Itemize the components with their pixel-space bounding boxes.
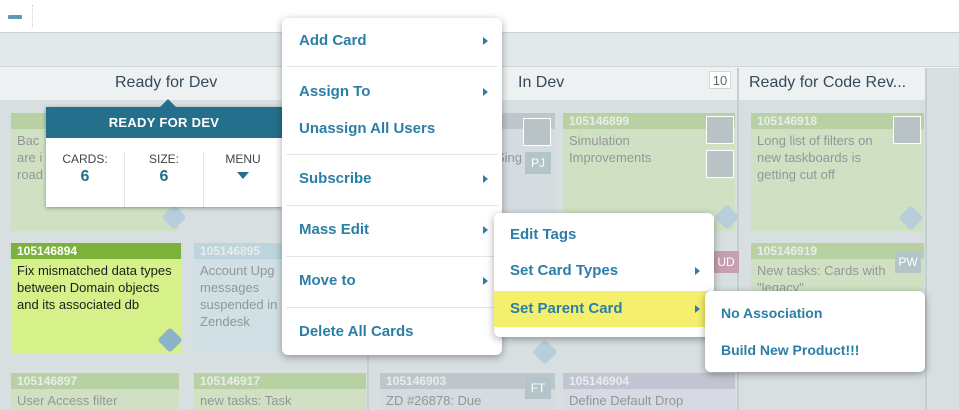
menu-item-add-card[interactable]: Add Card	[282, 26, 502, 56]
menu-item-label: Mass Edit	[299, 221, 370, 238]
menu-item-label: Delete All Cards	[299, 323, 414, 340]
lane-header-ready-for-code-review[interactable]: Ready for Code Rev...	[739, 68, 927, 100]
avatar	[706, 150, 734, 178]
menu-item-delete-all-cards[interactable]: Delete All Cards	[282, 317, 502, 347]
lane-card-stat: CARDS: 6	[46, 152, 125, 207]
user-initials: FT	[525, 377, 551, 399]
lane-info-title: READY FOR DEV	[46, 107, 282, 138]
menu-item-label: Move to	[299, 272, 356, 289]
chevron-down-icon	[237, 172, 249, 179]
parent-card-submenu: No Association Build New Product!!!	[705, 291, 925, 372]
card[interactable]: 105146917 new tasks: Task	[194, 373, 366, 410]
card-id: 105146904	[563, 373, 735, 389]
menu-item-no-association[interactable]: No Association	[705, 299, 925, 327]
menu-item-label: Build New Product!!!	[721, 342, 860, 358]
menu-item-label: No Association	[721, 305, 823, 321]
tooltip-arrow	[160, 99, 176, 107]
menu-label: MENU	[225, 152, 261, 166]
lane-card-count: 10	[709, 71, 731, 89]
card-id: 105146917	[194, 373, 366, 389]
toolbar-divider	[32, 5, 33, 27]
submenu-arrow-icon	[695, 305, 700, 313]
lane-size-stat: SIZE: 6	[125, 152, 204, 207]
lane-title: Ready for Dev	[115, 74, 218, 91]
menu-item-set-card-types[interactable]: Set Card Types	[494, 255, 714, 287]
collapse-icon[interactable]	[5, 9, 25, 25]
card-title: new tasks: Task	[200, 393, 292, 408]
menu-item-mass-edit[interactable]: Mass Edit	[282, 215, 502, 245]
menu-item-label: Assign To	[299, 83, 371, 100]
menu-item-unassign-all-users[interactable]: Unassign All Users	[282, 114, 502, 144]
lane-title: Ready for Code Rev...	[749, 74, 907, 91]
card-title: Define Default Drop	[569, 393, 684, 408]
menu-divider	[286, 205, 498, 206]
user-initials: PJ	[525, 152, 551, 174]
size-value: 6	[159, 168, 169, 185]
card-id: 105146894	[11, 243, 181, 259]
card[interactable]: 105146897 User Access filter	[11, 373, 179, 410]
submenu-arrow-icon	[695, 267, 700, 275]
menu-item-label: Edit Tags	[510, 226, 577, 243]
user-initials: UD	[713, 251, 739, 273]
menu-item-label: Unassign All Users	[299, 120, 436, 137]
avatar	[523, 118, 551, 146]
menu-item-label: Add Card	[299, 32, 367, 49]
menu-item-subscribe[interactable]: Subscribe	[282, 164, 502, 194]
menu-divider	[286, 66, 498, 67]
menu-item-set-parent-card[interactable]: Set Parent Card	[494, 291, 714, 327]
menu-item-edit-tags[interactable]: Edit Tags	[494, 219, 714, 251]
submenu-arrow-icon	[483, 226, 488, 234]
lane-context-menu: Add Card Assign To Unassign All Users Su…	[282, 18, 502, 355]
card-title: User Access filter	[17, 393, 118, 408]
menu-item-label: Subscribe	[299, 170, 372, 187]
menu-item-assign-to[interactable]: Assign To	[282, 77, 502, 107]
menu-divider	[286, 307, 498, 308]
card-title: Fix mismatched data types between Domain…	[17, 263, 172, 312]
menu-divider	[286, 154, 498, 155]
submenu-arrow-icon	[483, 37, 488, 45]
lane-info-tooltip: READY FOR DEV CARDS: 6 SIZE: 6 MENU	[46, 99, 282, 207]
avatar	[893, 116, 921, 144]
menu-item-build-new-product[interactable]: Build New Product!!!	[705, 336, 925, 364]
user-initials: PW	[895, 251, 921, 273]
card-selected[interactable]: 105146894 Fix mismatched data types betw…	[11, 243, 183, 353]
card[interactable]: 105146904 Define Default Drop	[563, 373, 735, 410]
cards-label: CARDS:	[62, 152, 108, 166]
size-label: SIZE:	[148, 152, 179, 166]
card-id: 105146897	[11, 373, 179, 389]
menu-item-move-to[interactable]: Move to	[282, 266, 502, 296]
mass-edit-submenu: Edit Tags Set Card Types Set Parent Card	[494, 213, 714, 337]
menu-item-label: Set Parent Card	[510, 300, 623, 317]
menu-divider	[286, 256, 498, 257]
avatar	[706, 116, 734, 144]
submenu-arrow-icon	[483, 88, 488, 96]
submenu-arrow-icon	[483, 175, 488, 183]
lane-title: In Dev	[518, 74, 565, 91]
lane-menu-button[interactable]: MENU	[204, 152, 282, 207]
cards-value: 6	[80, 168, 90, 185]
tag-icon[interactable]	[157, 327, 183, 353]
submenu-arrow-icon	[483, 277, 488, 285]
menu-item-label: Set Card Types	[510, 262, 619, 279]
